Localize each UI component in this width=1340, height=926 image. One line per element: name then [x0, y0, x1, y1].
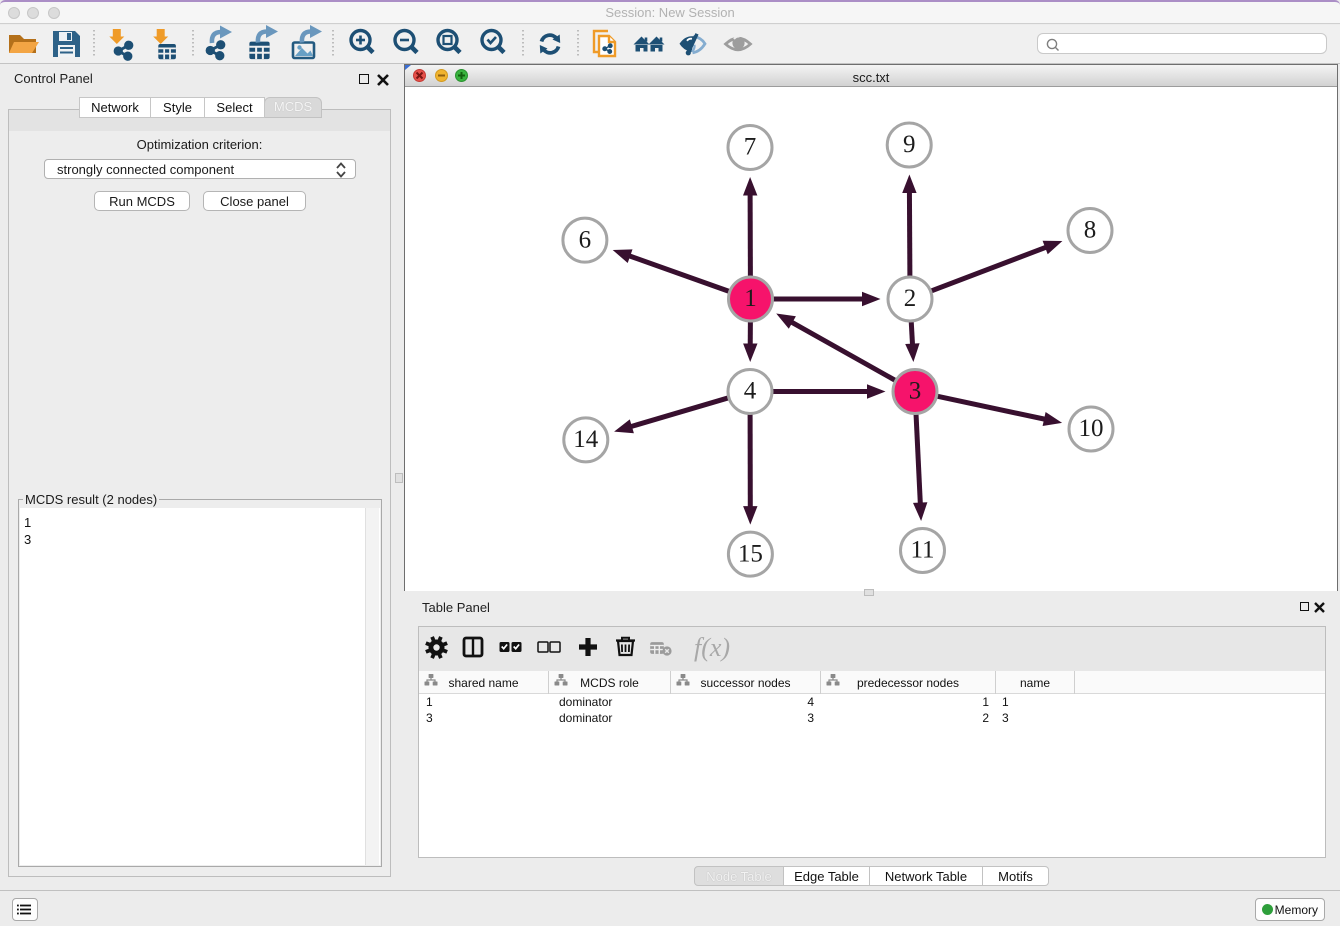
- svg-text:4: 4: [744, 378, 757, 405]
- svg-text:11: 11: [910, 537, 934, 564]
- svg-text:f(x): f(x): [694, 633, 730, 662]
- svg-text:2: 2: [904, 285, 917, 312]
- svg-text:14: 14: [573, 426, 599, 453]
- svg-text:8: 8: [1084, 217, 1097, 244]
- svg-text:3: 3: [909, 378, 922, 405]
- svg-text:9: 9: [903, 131, 916, 158]
- svg-text:15: 15: [738, 540, 763, 567]
- svg-text:6: 6: [579, 226, 592, 253]
- svg-text:7: 7: [744, 134, 757, 161]
- svg-text:10: 10: [1079, 415, 1104, 442]
- svg-text:1: 1: [744, 285, 757, 312]
